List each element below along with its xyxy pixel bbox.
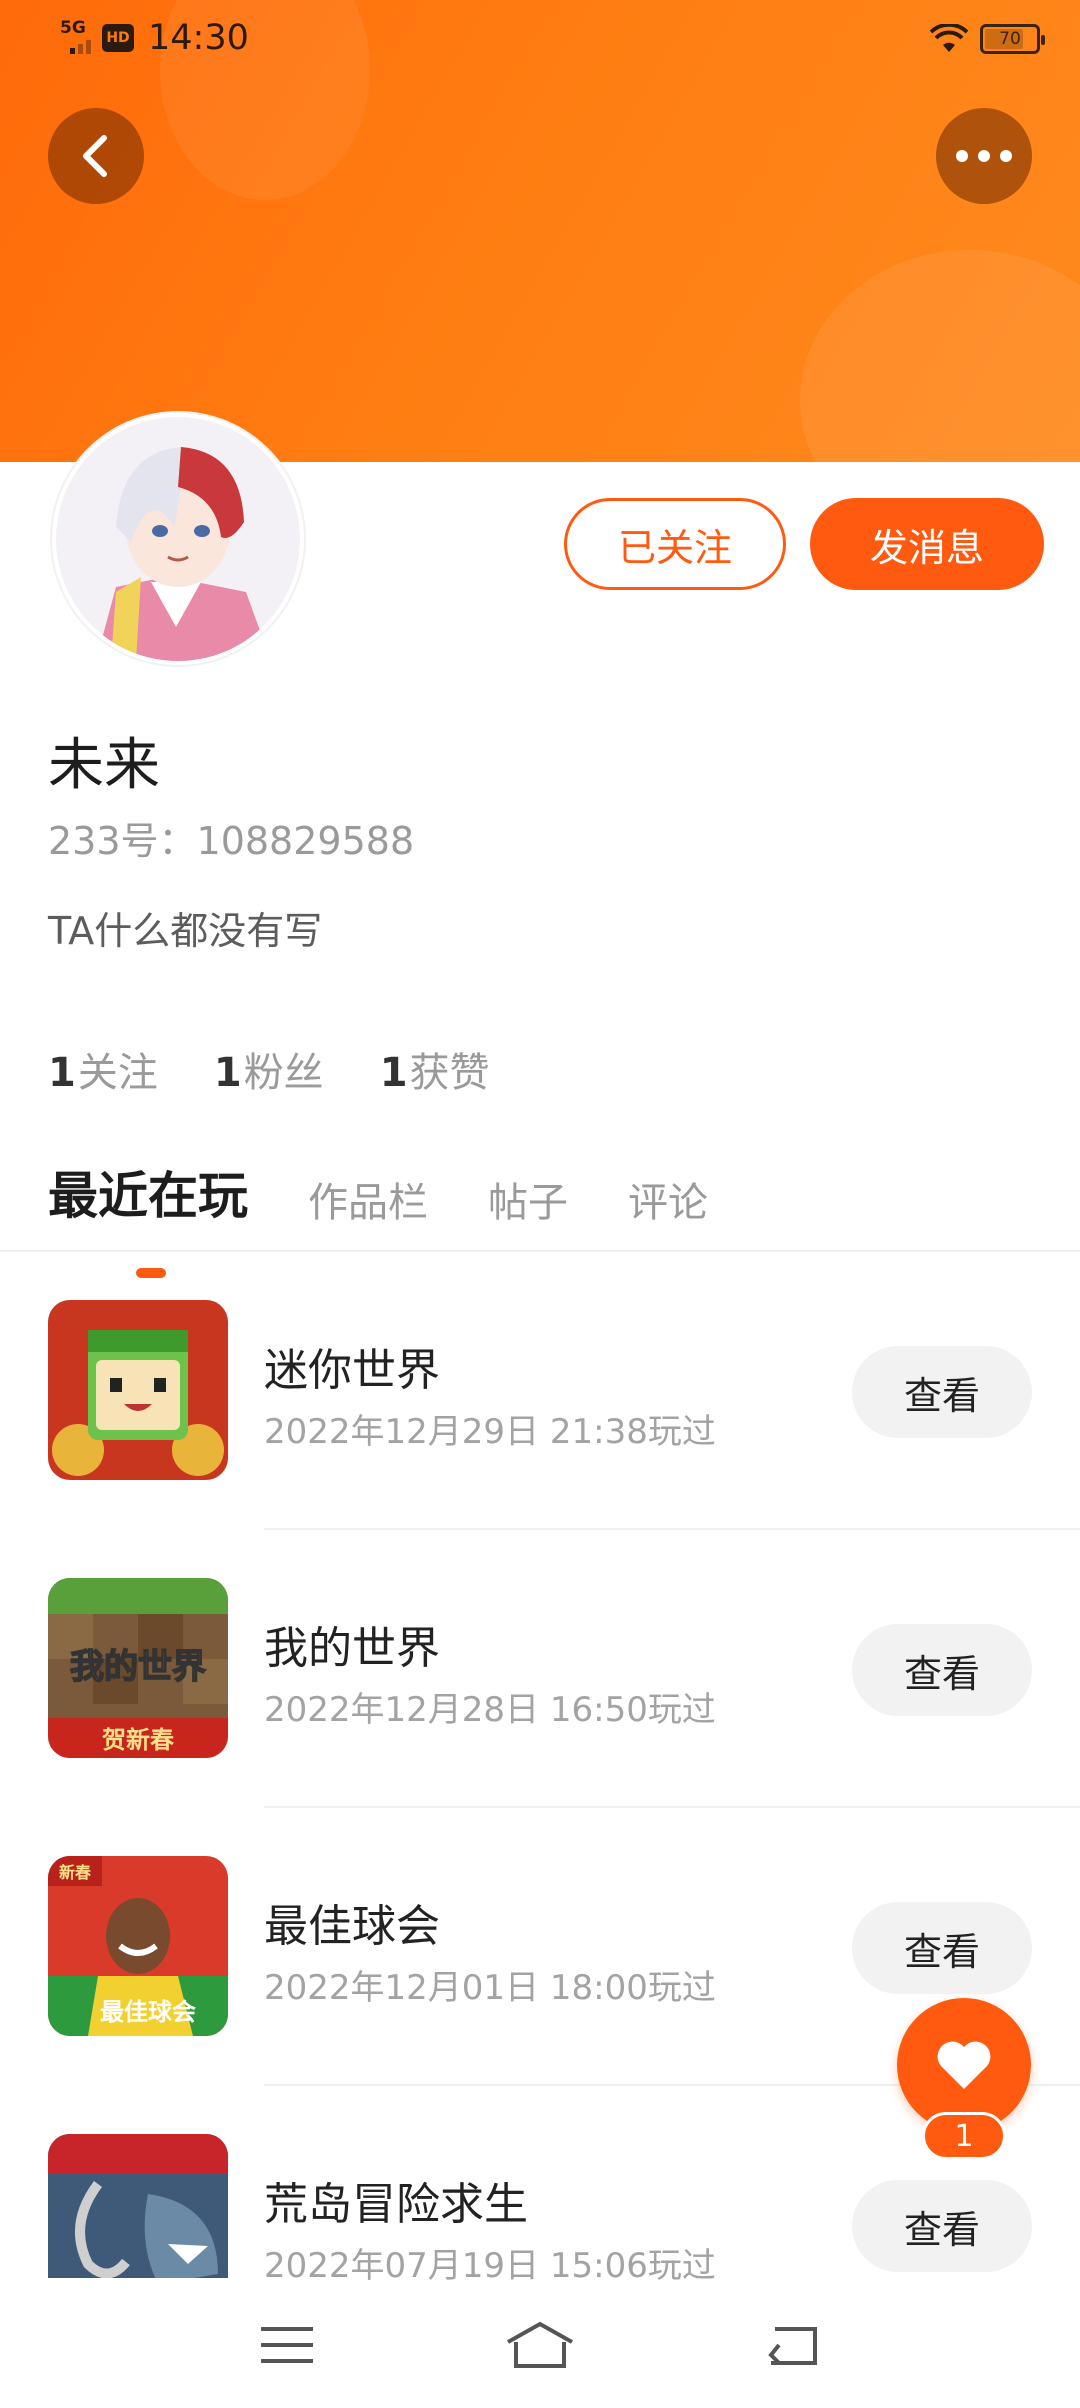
user-id: 233号：108829588 <box>48 819 415 863</box>
tab-works[interactable]: 作品栏 <box>308 1170 428 1228</box>
game-title: 我的世界 <box>264 1623 440 1674</box>
played-time: 2022年12月29日 21:38玩过 <box>264 1412 716 1452</box>
home-icon <box>507 2321 573 2368</box>
minecraft-icon-banner: 贺新春 <box>102 1726 174 1754</box>
more-dots-icon <box>956 150 1012 162</box>
status-time: 14:30 <box>148 18 249 58</box>
view-button[interactable]: 查看 <box>852 1902 1032 1994</box>
status-bar: 5G HD 14:30 70 <box>0 0 1080 80</box>
username: 未来 <box>48 733 160 798</box>
heart-icon <box>937 2041 991 2089</box>
played-time: 2022年12月01日 18:00玩过 <box>264 1968 716 2008</box>
stat-likes[interactable]: 1获赞 <box>380 1040 490 1098</box>
like-count-badge: 1 <box>922 2112 1006 2160</box>
tab-recent-played[interactable]: 最近在玩 <box>48 1156 248 1278</box>
hd-badge: HD <box>102 24 134 52</box>
back-nav-button[interactable] <box>748 2310 838 2380</box>
followed-button[interactable]: 已关注 <box>564 498 786 590</box>
menu-icon <box>260 2327 313 2363</box>
battery-icon: 70 <box>980 24 1045 54</box>
system-nav-bar <box>0 2282 1080 2408</box>
back-button[interactable] <box>48 108 144 204</box>
cellular-signal-icon: 5G <box>60 20 94 56</box>
profile-tabs: 最近在玩 作品栏 帖子 评论 <box>48 1156 708 1278</box>
game-icon: 新春 最佳球会 <box>48 1856 228 2036</box>
avatar[interactable] <box>52 413 304 665</box>
home-button[interactable] <box>495 2310 585 2380</box>
list-item[interactable]: 我的世界 贺新春 我的世界 2022年12月28日 16:50玩过 查看 <box>0 1530 1080 1808</box>
menu-button[interactable] <box>242 2310 332 2380</box>
soccer-icon-badge: 新春 <box>59 1863 92 1882</box>
user-bio: TA什么都没有写 <box>48 909 323 953</box>
send-message-button[interactable]: 发消息 <box>810 498 1044 590</box>
avatar-image <box>56 417 300 661</box>
game-icon <box>48 2134 228 2278</box>
view-button[interactable]: 查看 <box>852 2180 1032 2272</box>
minecraft-icon-title: 我的世界 <box>70 1647 206 1687</box>
game-icon: 我的世界 贺新春 <box>48 1578 228 1758</box>
stat-following[interactable]: 1关注 <box>48 1040 158 1098</box>
list-item[interactable]: 迷你世界 2022年12月29日 21:38玩过 查看 <box>0 1252 1080 1530</box>
view-button[interactable]: 查看 <box>852 1346 1032 1438</box>
game-title: 最佳球会 <box>264 1901 440 1952</box>
back-arrow-icon <box>83 135 107 177</box>
cover-decoration <box>800 250 1080 462</box>
played-time: 2022年07月19日 15:06玩过 <box>264 2246 716 2286</box>
played-time: 2022年12月28日 16:50玩过 <box>264 1690 716 1730</box>
game-title: 迷你世界 <box>264 1345 440 1396</box>
game-title: 荒岛冒险求生 <box>264 2179 528 2230</box>
soccer-icon-title: 最佳球会 <box>100 1998 196 2026</box>
wifi-icon <box>930 24 968 52</box>
tab-comments[interactable]: 评论 <box>628 1170 708 1228</box>
more-button[interactable] <box>936 108 1032 204</box>
stat-fans[interactable]: 1粉丝 <box>214 1040 324 1098</box>
tab-posts[interactable]: 帖子 <box>488 1170 568 1228</box>
return-icon <box>768 2327 818 2365</box>
profile-stats: 1关注 1粉丝 1获赞 <box>48 1040 490 1098</box>
view-button[interactable]: 查看 <box>852 1624 1032 1716</box>
recent-games-list: 迷你世界 2022年12月29日 21:38玩过 查看 我的世界 贺新春 我的世… <box>0 1252 1080 2326</box>
game-icon <box>48 1300 228 1480</box>
